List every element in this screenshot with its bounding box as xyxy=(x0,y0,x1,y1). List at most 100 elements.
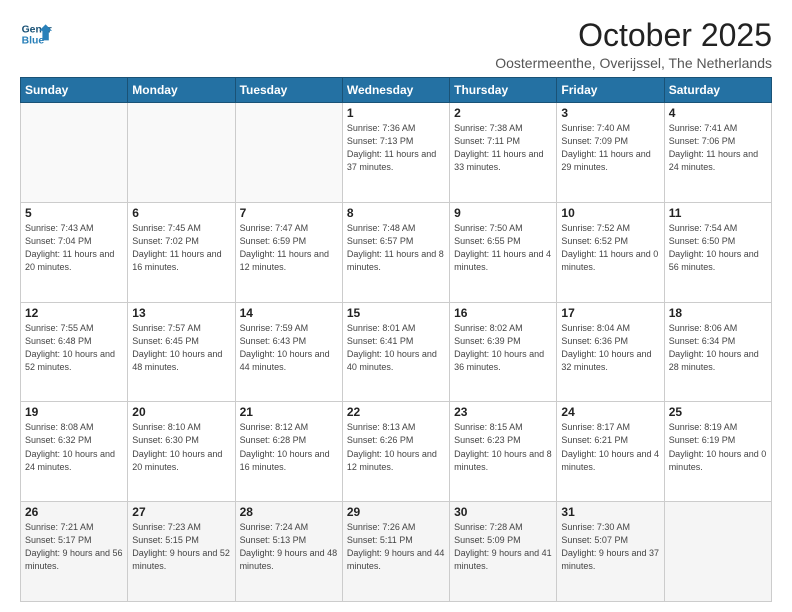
day-info: Sunrise: 7:26 AM Sunset: 5:11 PM Dayligh… xyxy=(347,521,445,573)
day-number: 11 xyxy=(669,206,767,220)
day-number: 2 xyxy=(454,106,552,120)
day-cell: 14 Sunrise: 7:59 AM Sunset: 6:43 PM Dayli… xyxy=(235,302,342,402)
day-number: 17 xyxy=(561,306,659,320)
days-header-row: SundayMondayTuesdayWednesdayThursdayFrid… xyxy=(21,78,772,103)
day-info: Sunrise: 7:47 AM Sunset: 6:59 PM Dayligh… xyxy=(240,222,338,274)
day-header-friday: Friday xyxy=(557,78,664,103)
day-info: Sunrise: 7:52 AM Sunset: 6:52 PM Dayligh… xyxy=(561,222,659,274)
day-number: 5 xyxy=(25,206,123,220)
week-row-2: 5 Sunrise: 7:43 AM Sunset: 7:04 PM Daylig… xyxy=(21,202,772,302)
day-info: Sunrise: 7:41 AM Sunset: 7:06 PM Dayligh… xyxy=(669,122,767,174)
day-cell: 29 Sunrise: 7:26 AM Sunset: 5:11 PM Dayli… xyxy=(342,502,449,602)
day-header-tuesday: Tuesday xyxy=(235,78,342,103)
day-cell: 19 Sunrise: 8:08 AM Sunset: 6:32 PM Dayli… xyxy=(21,402,128,502)
day-number: 12 xyxy=(25,306,123,320)
day-number: 28 xyxy=(240,505,338,519)
day-info: Sunrise: 7:45 AM Sunset: 7:02 PM Dayligh… xyxy=(132,222,230,274)
day-cell: 5 Sunrise: 7:43 AM Sunset: 7:04 PM Daylig… xyxy=(21,202,128,302)
day-number: 23 xyxy=(454,405,552,419)
day-cell: 28 Sunrise: 7:24 AM Sunset: 5:13 PM Dayli… xyxy=(235,502,342,602)
day-info: Sunrise: 8:12 AM Sunset: 6:28 PM Dayligh… xyxy=(240,421,338,473)
day-info: Sunrise: 8:19 AM Sunset: 6:19 PM Dayligh… xyxy=(669,421,767,473)
day-number: 16 xyxy=(454,306,552,320)
day-cell: 12 Sunrise: 7:55 AM Sunset: 6:48 PM Dayli… xyxy=(21,302,128,402)
day-number: 30 xyxy=(454,505,552,519)
day-cell: 20Sunrise: 8:10 AM Sunset: 6:30 PM Dayli… xyxy=(128,402,235,502)
day-info: Sunrise: 8:08 AM Sunset: 6:32 PM Dayligh… xyxy=(25,421,123,473)
day-header-thursday: Thursday xyxy=(450,78,557,103)
day-number: 24 xyxy=(561,405,659,419)
week-row-4: 19 Sunrise: 8:08 AM Sunset: 6:32 PM Dayli… xyxy=(21,402,772,502)
day-cell: 9 Sunrise: 7:50 AM Sunset: 6:55 PM Daylig… xyxy=(450,202,557,302)
day-cell xyxy=(664,502,771,602)
day-info: Sunrise: 7:54 AM Sunset: 6:50 PM Dayligh… xyxy=(669,222,767,274)
day-number: 26 xyxy=(25,505,123,519)
day-info: Sunrise: 7:40 AM Sunset: 7:09 PM Dayligh… xyxy=(561,122,659,174)
day-info: Sunrise: 7:36 AM Sunset: 7:13 PM Dayligh… xyxy=(347,122,445,174)
day-info: Sunrise: 7:55 AM Sunset: 6:48 PM Dayligh… xyxy=(25,322,123,374)
header: General Blue General Blue October 2025 O… xyxy=(20,18,772,71)
day-cell: 25 Sunrise: 8:19 AM Sunset: 6:19 PM Dayli… xyxy=(664,402,771,502)
day-cell: 21Sunrise: 8:12 AM Sunset: 6:28 PM Dayli… xyxy=(235,402,342,502)
day-number: 10 xyxy=(561,206,659,220)
page: General Blue General Blue October 2025 O… xyxy=(0,0,792,612)
day-info: Sunrise: 8:04 AM Sunset: 6:36 PM Dayligh… xyxy=(561,322,659,374)
logo: General Blue General Blue xyxy=(20,18,52,50)
day-header-wednesday: Wednesday xyxy=(342,78,449,103)
day-cell: 13Sunrise: 7:57 AM Sunset: 6:45 PM Dayli… xyxy=(128,302,235,402)
day-number: 14 xyxy=(240,306,338,320)
day-info: Sunrise: 7:30 AM Sunset: 5:07 PM Dayligh… xyxy=(561,521,659,573)
day-cell: 2 Sunrise: 7:38 AM Sunset: 7:11 PM Daylig… xyxy=(450,103,557,203)
day-header-monday: Monday xyxy=(128,78,235,103)
day-header-saturday: Saturday xyxy=(664,78,771,103)
title-block: October 2025 Oostermeenthe, Overijssel, … xyxy=(495,18,772,71)
day-cell: 1 Sunrise: 7:36 AM Sunset: 7:13 PM Daylig… xyxy=(342,103,449,203)
day-number: 29 xyxy=(347,505,445,519)
day-cell xyxy=(128,103,235,203)
day-number: 25 xyxy=(669,405,767,419)
week-row-5: 26Sunrise: 7:21 AM Sunset: 5:17 PM Dayli… xyxy=(21,502,772,602)
day-info: Sunrise: 7:43 AM Sunset: 7:04 PM Dayligh… xyxy=(25,222,123,274)
day-header-sunday: Sunday xyxy=(21,78,128,103)
day-info: Sunrise: 7:48 AM Sunset: 6:57 PM Dayligh… xyxy=(347,222,445,274)
day-info: Sunrise: 8:13 AM Sunset: 6:26 PM Dayligh… xyxy=(347,421,445,473)
day-number: 8 xyxy=(347,206,445,220)
day-number: 27 xyxy=(132,505,230,519)
day-cell: 27Sunrise: 7:23 AM Sunset: 5:15 PM Dayli… xyxy=(128,502,235,602)
day-number: 19 xyxy=(25,405,123,419)
day-number: 1 xyxy=(347,106,445,120)
day-cell: 18 Sunrise: 8:06 AM Sunset: 6:34 PM Dayli… xyxy=(664,302,771,402)
day-number: 22 xyxy=(347,405,445,419)
day-info: Sunrise: 8:01 AM Sunset: 6:41 PM Dayligh… xyxy=(347,322,445,374)
day-cell: 4 Sunrise: 7:41 AM Sunset: 7:06 PM Daylig… xyxy=(664,103,771,203)
day-info: Sunrise: 7:50 AM Sunset: 6:55 PM Dayligh… xyxy=(454,222,552,274)
day-info: Sunrise: 8:10 AM Sunset: 6:30 PM Dayligh… xyxy=(132,421,230,473)
day-info: Sunrise: 7:38 AM Sunset: 7:11 PM Dayligh… xyxy=(454,122,552,174)
day-info: Sunrise: 7:24 AM Sunset: 5:13 PM Dayligh… xyxy=(240,521,338,573)
location: Oostermeenthe, Overijssel, The Netherlan… xyxy=(495,55,772,71)
day-number: 6 xyxy=(132,206,230,220)
day-cell: 6 Sunrise: 7:45 AM Sunset: 7:02 PM Daylig… xyxy=(128,202,235,302)
day-info: Sunrise: 8:06 AM Sunset: 6:34 PM Dayligh… xyxy=(669,322,767,374)
day-cell: 22 Sunrise: 8:13 AM Sunset: 6:26 PM Dayli… xyxy=(342,402,449,502)
day-number: 9 xyxy=(454,206,552,220)
day-cell: 31Sunrise: 7:30 AM Sunset: 5:07 PM Dayli… xyxy=(557,502,664,602)
day-cell xyxy=(21,103,128,203)
day-number: 3 xyxy=(561,106,659,120)
svg-text:Blue: Blue xyxy=(22,36,45,47)
day-cell: 26Sunrise: 7:21 AM Sunset: 5:17 PM Dayli… xyxy=(21,502,128,602)
day-cell: 30Sunrise: 7:28 AM Sunset: 5:09 PM Dayli… xyxy=(450,502,557,602)
day-number: 4 xyxy=(669,106,767,120)
day-cell: 24 Sunrise: 8:17 AM Sunset: 6:21 PM Dayli… xyxy=(557,402,664,502)
day-info: Sunrise: 7:59 AM Sunset: 6:43 PM Dayligh… xyxy=(240,322,338,374)
week-row-3: 12 Sunrise: 7:55 AM Sunset: 6:48 PM Dayli… xyxy=(21,302,772,402)
day-cell: 16Sunrise: 8:02 AM Sunset: 6:39 PM Dayli… xyxy=(450,302,557,402)
day-cell: 17 Sunrise: 8:04 AM Sunset: 6:36 PM Dayli… xyxy=(557,302,664,402)
day-cell: 8 Sunrise: 7:48 AM Sunset: 6:57 PM Daylig… xyxy=(342,202,449,302)
day-cell: 10 Sunrise: 7:52 AM Sunset: 6:52 PM Dayli… xyxy=(557,202,664,302)
day-info: Sunrise: 8:17 AM Sunset: 6:21 PM Dayligh… xyxy=(561,421,659,473)
day-number: 18 xyxy=(669,306,767,320)
day-cell: 23 Sunrise: 8:15 AM Sunset: 6:23 PM Dayli… xyxy=(450,402,557,502)
day-cell: 11 Sunrise: 7:54 AM Sunset: 6:50 PM Dayli… xyxy=(664,202,771,302)
day-info: Sunrise: 8:15 AM Sunset: 6:23 PM Dayligh… xyxy=(454,421,552,473)
